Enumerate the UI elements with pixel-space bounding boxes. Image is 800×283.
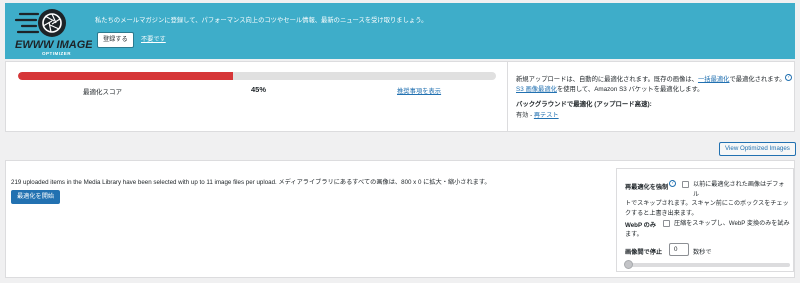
auto-optimize-info: 新規アップロードは、自動的に最適化されます。既存の画像は、一括最適化で最適化され… (516, 75, 786, 95)
logo-sub-text: OPTIMIZER (42, 51, 71, 56)
force-reoptimize-description-cont: トでスキップされます。スキャン前にこのボックスをチェックすると上書き出来ます。 (625, 200, 789, 217)
webp-only-description: 圧縮をスキップし、WebP 変換のみを試み (674, 220, 790, 227)
bulk-options-box: 再最適化を強制 ? 以前に最適化された画像はデフォル トでスキップされます。スキ… (616, 168, 794, 272)
pause-slider-handle[interactable] (624, 260, 633, 269)
background-optimization-status: 有効 - 再テスト (516, 110, 559, 119)
score-value: 45% (251, 85, 267, 94)
background-optimization-title: バックグラウンドで最適化 (アップロード高速): (516, 101, 652, 108)
start-optimizing-button[interactable]: 最適化を開始 (11, 190, 61, 204)
logo-brand-text: EWWW IMAGE (15, 39, 92, 51)
webp-only-label: WebP のみ (625, 222, 657, 229)
ewww-logo: EWWW IMAGE OPTIMIZER (14, 9, 92, 56)
pause-slider-track[interactable] (626, 263, 790, 267)
uploaded-items-summary: 219 uploaded items in the Media Library … (11, 179, 491, 186)
background-status-text: 有効 (516, 112, 529, 119)
pause-seconds-input[interactable]: 0 (669, 243, 689, 256)
pause-unit-label: 数秒で (693, 249, 712, 256)
bulk-optimize-link[interactable]: 一括最適化 (698, 76, 729, 83)
s3-optimize-link[interactable]: S3 画像最適化 (516, 86, 557, 93)
force-reoptimize-label: 再最適化を強制 (625, 184, 669, 191)
view-optimized-images-button[interactable]: View Optimized Images (719, 142, 796, 156)
webp-only-description-cont: ます。 (625, 231, 643, 238)
question-circle-icon[interactable]: ? (785, 74, 792, 81)
register-button[interactable]: 登録する (97, 32, 134, 48)
banner-message: 私たちのメールマガジンに登録して、パフォーマンス向上のコツやセール情報、最新のニ… (95, 17, 428, 24)
question-circle-icon[interactable]: ? (669, 180, 676, 187)
force-reoptimize-description: 以前に最適化された画像はデフォル (693, 181, 785, 198)
show-recommendations-link[interactable]: 推奨事項を表示 (397, 86, 441, 95)
score-progress-bar (18, 72, 496, 80)
retest-link[interactable]: 再テスト (534, 112, 559, 119)
score-progress-fill (18, 72, 234, 80)
info-text-2: で最適化されます。 (729, 76, 786, 83)
info-text-1: 新規アップロードは、自動的に最適化されます。既存の画像は、 (516, 76, 698, 83)
optimization-summary-panel: 最適化スコア 45% 推奨事項を表示 新規アップロードは、自動的に最適化されます… (5, 61, 795, 132)
info-text-3: を使用して、Amazon S3 バケットを最適化します。 (556, 86, 704, 93)
pause-between-images-label: 画像間で停止 (625, 249, 663, 256)
score-label: 最適化スコア (83, 89, 122, 96)
bulk-optimize-panel: 219 uploaded items in the Media Library … (5, 160, 795, 278)
no-thanks-link[interactable]: 不要です (141, 34, 166, 43)
newsletter-banner: EWWW IMAGE OPTIMIZER 私たちのメールマガジンに登録して、パフ… (5, 3, 795, 59)
panel-divider (507, 62, 508, 131)
webp-only-checkbox[interactable] (663, 220, 670, 227)
force-reoptimize-checkbox[interactable] (682, 181, 689, 188)
